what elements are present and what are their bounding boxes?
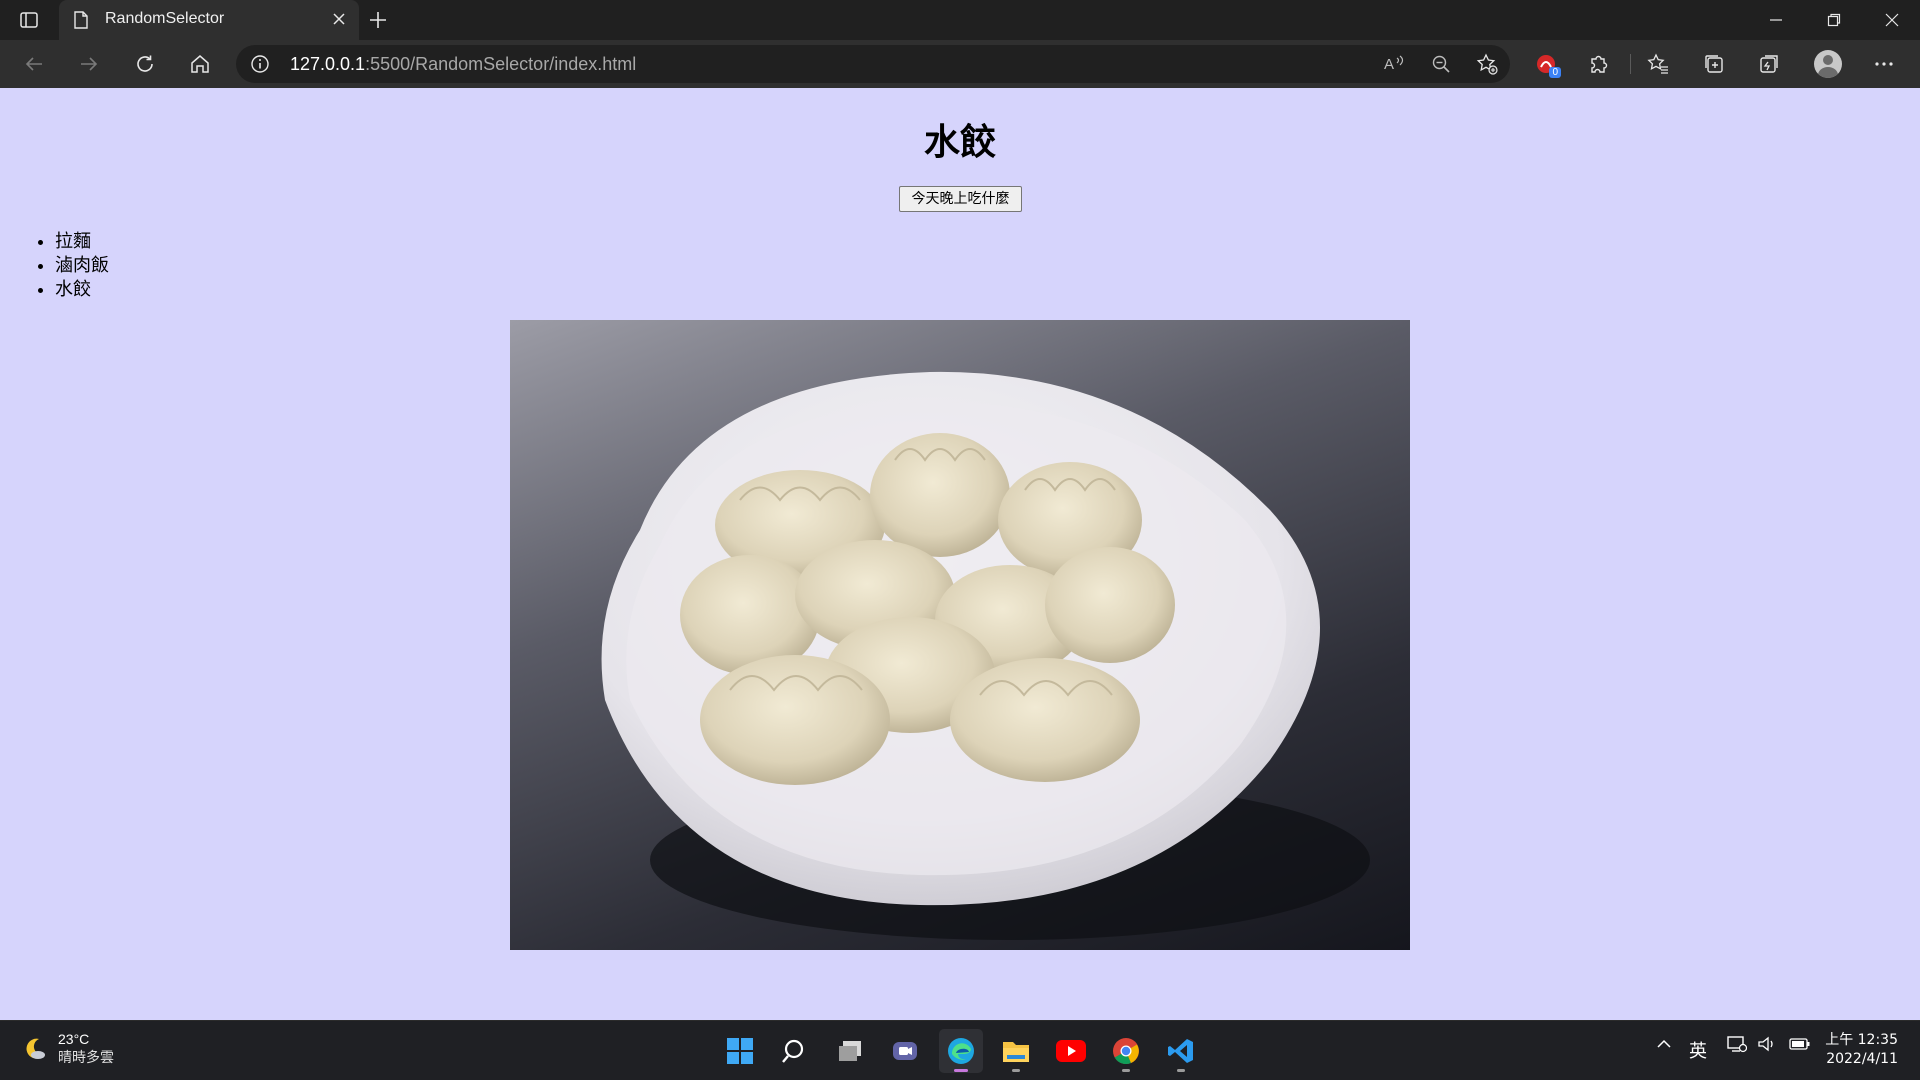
page-title: 水餃	[923, 122, 996, 163]
tab-actions-icon[interactable]	[14, 8, 44, 32]
food-list: 拉麵 滷肉飯 水餃	[55, 230, 109, 302]
clock-time: 上午 12:35	[1825, 1032, 1898, 1048]
youtube-icon[interactable]	[1049, 1029, 1093, 1073]
home-icon[interactable]	[182, 48, 218, 80]
url-host: 127.0.0.1	[290, 54, 366, 74]
browser-toolbar: 127.0.0.1:5500/RandomSelector/index.html…	[0, 40, 1920, 88]
browser-titlebar: RandomSelector	[0, 0, 1920, 40]
extensions-puzzle-icon[interactable]	[1581, 48, 1617, 80]
network-icon[interactable]	[1727, 1035, 1748, 1058]
performance-icon[interactable]	[1751, 48, 1787, 80]
settings-more-icon[interactable]	[1866, 48, 1902, 80]
svg-text:A: A	[1384, 56, 1394, 73]
close-window-icon[interactable]	[1864, 0, 1920, 40]
tab-close-icon[interactable]	[329, 9, 349, 33]
add-favorite-icon[interactable]	[1472, 50, 1502, 78]
active-indicator	[954, 1069, 968, 1072]
input-method-indicator[interactable]: 英	[1689, 1037, 1707, 1063]
browser-tab[interactable]: RandomSelector	[59, 0, 359, 40]
teams-chat-icon[interactable]	[883, 1029, 927, 1073]
search-icon[interactable]	[773, 1029, 817, 1073]
dumpling-photo	[510, 320, 1410, 950]
page-viewport: 水餃 今天晚上吃什麼 拉麵 滷肉飯 水餃	[0, 88, 1920, 1020]
extension-badge: 0	[1549, 67, 1561, 78]
zoom-out-icon[interactable]	[1426, 50, 1456, 78]
chrome-icon[interactable]	[1104, 1029, 1148, 1073]
running-indicator	[1122, 1069, 1130, 1072]
running-indicator	[1177, 1069, 1185, 1072]
weather-temp: 23°C	[58, 1031, 90, 1047]
weather-desc: 晴時多雲	[58, 1050, 114, 1066]
collections-icon[interactable]	[1696, 48, 1732, 80]
random-pick-button[interactable]: 今天晚上吃什麼	[899, 186, 1022, 212]
windows-taskbar: 23°C 晴時多雲 英 上午 12:35 2022/4/11	[0, 1020, 1920, 1080]
chevron-up-icon[interactable]	[1655, 1035, 1673, 1058]
list-item: 水餃	[55, 278, 109, 302]
vscode-icon[interactable]	[1159, 1029, 1203, 1073]
back-icon[interactable]	[16, 48, 52, 80]
task-view-icon[interactable]	[828, 1029, 872, 1073]
site-info-icon[interactable]	[250, 54, 270, 78]
url-text[interactable]: 127.0.0.1:5500/RandomSelector/index.html	[290, 54, 636, 75]
minimize-icon[interactable]	[1748, 0, 1804, 40]
toolbar-separator	[1630, 54, 1631, 74]
system-clock[interactable]: 上午 12:35 2022/4/11	[1825, 1031, 1898, 1069]
clock-date: 2022/4/11	[1826, 1051, 1898, 1067]
profile-avatar[interactable]	[1810, 48, 1846, 80]
weather-widget[interactable]: 23°C 晴時多雲	[22, 1031, 114, 1067]
volume-icon[interactable]	[1757, 1035, 1777, 1058]
running-indicator	[1012, 1069, 1020, 1072]
extension-acrobat-icon[interactable]: 0	[1528, 48, 1564, 80]
battery-icon[interactable]	[1789, 1035, 1811, 1058]
file-explorer-icon[interactable]	[994, 1029, 1038, 1073]
list-item: 拉麵	[55, 230, 109, 254]
avatar	[1814, 50, 1842, 78]
restore-icon[interactable]	[1806, 0, 1862, 40]
weather-moon-icon	[26, 1038, 45, 1059]
url-path: :5500/RandomSelector/index.html	[365, 54, 637, 74]
refresh-icon[interactable]	[127, 48, 163, 80]
new-tab-icon[interactable]	[366, 8, 390, 36]
address-bar[interactable]: 127.0.0.1:5500/RandomSelector/index.html…	[236, 45, 1510, 83]
start-button[interactable]	[718, 1029, 762, 1073]
windows-logo-icon	[727, 1038, 753, 1064]
favorites-icon[interactable]	[1640, 48, 1676, 80]
list-item: 滷肉飯	[55, 254, 109, 278]
page-favicon-icon	[73, 11, 89, 33]
tab-title: RandomSelector	[105, 10, 225, 27]
read-aloud-icon[interactable]: A	[1379, 50, 1409, 78]
edge-taskbar-icon[interactable]	[939, 1029, 983, 1073]
forward-icon[interactable]	[71, 48, 107, 80]
